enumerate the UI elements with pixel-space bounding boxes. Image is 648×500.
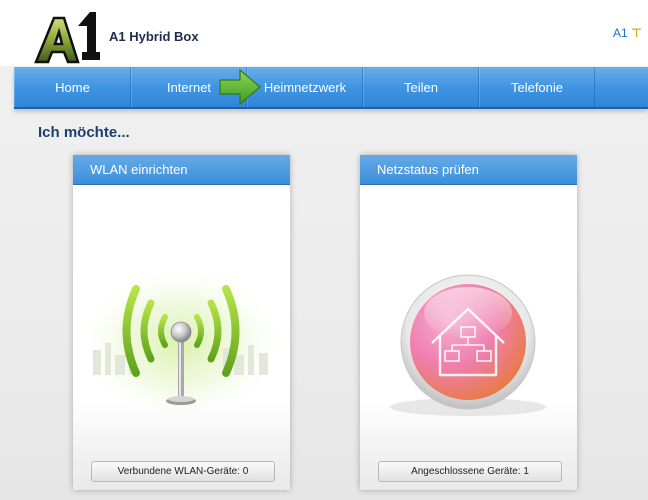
wifi-antenna-icon bbox=[73, 185, 290, 430]
tab-telefonie[interactable]: Telefonie bbox=[479, 67, 595, 107]
section-title: Ich möchte... bbox=[38, 124, 130, 141]
card-body: Verbundene WLAN-Geräte: 0 bbox=[73, 185, 290, 490]
header: A1 Hybrid Box A1 ⊤ bbox=[0, 0, 648, 66]
status-badge: Angeschlossene Geräte: 1 bbox=[378, 461, 562, 482]
card-title: WLAN einrichten bbox=[73, 155, 290, 185]
tab-heimnetzwerk[interactable]: Heimnetzwerk bbox=[247, 67, 363, 107]
wlan-setup-card[interactable]: WLAN einrichten Verbundene WLAN-Geräte: … bbox=[73, 155, 290, 490]
tab-heimnetzwerk-label: Heimnetzwerk bbox=[263, 79, 347, 95]
tab-home-label: Home bbox=[55, 79, 90, 95]
flag-icon: ⊤ bbox=[631, 26, 642, 40]
network-status-card[interactable]: Netzstatus prüfen Angeschlossene Geräte:… bbox=[360, 155, 577, 490]
tab-home[interactable]: Home bbox=[14, 67, 131, 107]
user-menu-label: A1 bbox=[613, 26, 628, 40]
tab-telefonie-label: Telefonie bbox=[510, 79, 564, 95]
status-badge: Verbundene WLAN-Geräte: 0 bbox=[91, 461, 275, 482]
a1-logo-icon[interactable] bbox=[34, 8, 100, 64]
green-arrow-icon bbox=[218, 67, 262, 107]
card-body: Angeschlossene Geräte: 1 bbox=[360, 185, 577, 490]
main-navigation: Home Internet Heimnetzwerk Teilen Telefo… bbox=[14, 67, 648, 109]
home-network-icon bbox=[360, 185, 577, 430]
tab-teilen-label: Teilen bbox=[404, 79, 438, 95]
tab-internet-label: Internet bbox=[166, 79, 212, 95]
card-title: Netzstatus prüfen bbox=[360, 155, 577, 185]
app-title: A1 Hybrid Box bbox=[109, 29, 199, 44]
tab-teilen[interactable]: Teilen bbox=[363, 67, 479, 107]
user-menu[interactable]: A1 ⊤ bbox=[613, 26, 642, 40]
